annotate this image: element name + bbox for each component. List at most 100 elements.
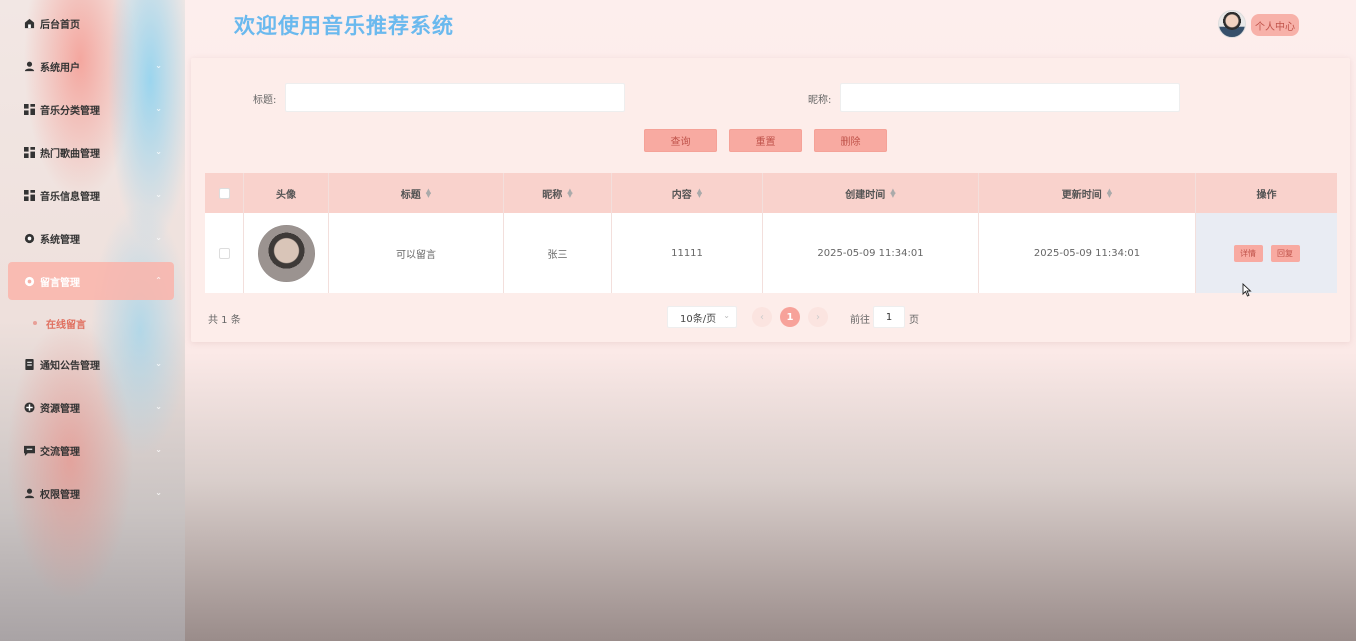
row-avatar-cell xyxy=(244,213,329,293)
chevron-down-icon: ⌄ xyxy=(155,402,162,411)
row-content: 11111 xyxy=(612,213,763,293)
user-icon xyxy=(23,60,35,72)
document-icon xyxy=(23,358,35,370)
total-count: 共 1 条 xyxy=(208,315,241,326)
query-button[interactable]: 查询 xyxy=(644,129,717,152)
delete-button[interactable]: 删除 xyxy=(814,129,887,152)
chevron-down-icon: ⌄ xyxy=(155,445,162,454)
plus-circle-icon xyxy=(23,401,35,413)
header-created[interactable]: 创建时间 ▲ ▼ xyxy=(763,173,979,213)
header-nickname[interactable]: 昵称 ▲ ▼ xyxy=(504,173,612,213)
main-panel: 标题: 昵称: 查询 重置 删除 头像 标题 ▲ ▼ 昵称 ▲ ▼ 内容 ▲ ▼ 创建时间 ▲… xyxy=(191,58,1350,342)
sidebar-subitem-online-message[interactable]: 在线留言 xyxy=(33,313,86,333)
select-all-checkbox[interactable] xyxy=(218,187,230,199)
sidebar-item-label: 留言管理 xyxy=(40,277,80,289)
sidebar-item-label: 热门歌曲管理 xyxy=(40,148,100,160)
chevron-down-icon: ⌄ xyxy=(155,233,162,242)
sort-icon[interactable]: ▲ ▼ xyxy=(1107,188,1112,199)
page-title: 欢迎使用音乐推荐系统 xyxy=(234,14,454,38)
sidebar-item-label: 后台首页 xyxy=(40,19,80,31)
sidebar-item-label: 音乐信息管理 xyxy=(40,191,100,203)
row-created: 2025-05-09 11:34:01 xyxy=(763,213,979,293)
header-updated-label: 更新时间 xyxy=(1061,189,1102,201)
page-size-value: 10条/页 xyxy=(680,313,717,325)
sidebar-item-label: 通知公告管理 xyxy=(40,360,100,372)
detail-button[interactable]: 详情 xyxy=(1233,244,1263,262)
sidebar-item-system-management[interactable]: 系统管理 ⌄ xyxy=(8,219,174,257)
sidebar-item-label: 权限管理 xyxy=(40,489,80,501)
chevron-down-icon: ⌄ xyxy=(155,488,162,497)
sidebar-item-notice-management[interactable]: 通知公告管理 ⌄ xyxy=(8,345,174,383)
sidebar-item-label: 系统用户 xyxy=(40,62,80,74)
row-checkbox[interactable] xyxy=(218,247,230,259)
grid-icon xyxy=(23,146,35,158)
table-header: 头像 标题 ▲ ▼ 昵称 ▲ ▼ 内容 ▲ ▼ 创建时间 ▲ ▼ 更新时间 ▲ ▼ 操作 xyxy=(205,173,1337,213)
sort-icon[interactable]: ▲ ▼ xyxy=(697,188,702,199)
header-avatar: 头像 xyxy=(244,173,329,213)
sort-icon[interactable]: ▲ ▼ xyxy=(567,188,572,199)
sidebar-item-label: 资源管理 xyxy=(40,403,80,415)
title-search-input[interactable] xyxy=(285,83,625,112)
sidebar-item-home[interactable]: 后台首页 xyxy=(8,4,174,42)
sidebar-item-communication[interactable]: 交流管理 ⌄ xyxy=(8,431,174,469)
header-title[interactable]: 标题 ▲ ▼ xyxy=(329,173,504,213)
reset-button[interactable]: 重置 xyxy=(729,129,802,152)
table-row: 可以留言 张三 11111 2025-05-09 11:34:01 2025-0… xyxy=(205,213,1337,293)
sidebar-item-label: 交流管理 xyxy=(40,446,80,458)
personal-center-button[interactable]: 个人中心 xyxy=(1251,14,1299,36)
sidebar-item-music-info[interactable]: 音乐信息管理 ⌄ xyxy=(8,176,174,214)
page-size-select[interactable]: 10条/页 ⌄ xyxy=(667,306,737,328)
bullet-icon xyxy=(33,321,37,325)
sidebar-item-resource-management[interactable]: 资源管理 ⌄ xyxy=(8,388,174,426)
user-icon xyxy=(23,487,35,499)
header-created-label: 创建时间 xyxy=(845,189,886,201)
header-nickname-label: 昵称 xyxy=(542,189,563,201)
nickname-search-input[interactable] xyxy=(840,83,1180,112)
mouse-cursor-icon xyxy=(1242,283,1252,297)
header-actions: 操作 xyxy=(1256,189,1277,201)
gear-icon xyxy=(23,275,35,287)
row-updated: 2025-05-09 11:34:01 xyxy=(979,213,1196,293)
avatar xyxy=(257,224,315,282)
sidebar-item-permission[interactable]: 权限管理 ⌄ xyxy=(8,474,174,512)
row-title: 可以留言 xyxy=(329,213,504,293)
sidebar: 后台首页 系统用户 ⌄ 音乐分类管理 ⌄ 热门歌曲管理 ⌄ 音乐信息管理 ⌄ 系… xyxy=(0,0,185,641)
sort-icon[interactable]: ▲ ▼ xyxy=(426,188,431,199)
sidebar-item-label: 系统管理 xyxy=(40,234,80,246)
header-select-cell xyxy=(205,173,244,213)
chevron-down-icon: ⌄ xyxy=(723,311,730,320)
prev-page-button[interactable]: ‹ xyxy=(752,307,772,327)
sidebar-item-music-category[interactable]: 音乐分类管理 ⌄ xyxy=(8,90,174,128)
nickname-search-label: 昵称: xyxy=(808,95,832,106)
chevron-down-icon: ⌄ xyxy=(155,104,162,113)
chat-icon xyxy=(23,444,35,456)
sidebar-item-label: 音乐分类管理 xyxy=(40,105,100,117)
next-page-button[interactable]: › xyxy=(808,307,828,327)
chevron-down-icon: ⌄ xyxy=(155,190,162,199)
header-content[interactable]: 内容 ▲ ▼ xyxy=(612,173,763,213)
sidebar-subitem-label: 在线留言 xyxy=(46,319,86,331)
sidebar-item-message-management[interactable]: 留言管理 ⌃ xyxy=(8,262,174,300)
page-number-current[interactable]: 1 xyxy=(780,307,800,327)
sidebar-item-hot-songs[interactable]: 热门歌曲管理 ⌄ xyxy=(8,133,174,171)
header-content-label: 内容 xyxy=(671,189,692,201)
grid-icon xyxy=(23,103,35,115)
row-actions: 详情 回复 xyxy=(1196,213,1337,293)
sidebar-item-system-users[interactable]: 系统用户 ⌄ xyxy=(8,47,174,85)
header-updated[interactable]: 更新时间 ▲ ▼ xyxy=(979,173,1196,213)
sort-icon[interactable]: ▲ ▼ xyxy=(890,188,895,199)
title-search-label: 标题: xyxy=(253,95,277,106)
chevron-down-icon: ⌄ xyxy=(155,147,162,156)
reply-button[interactable]: 回复 xyxy=(1270,244,1300,262)
row-nickname: 张三 xyxy=(504,213,612,293)
goto-prefix: 前往 xyxy=(850,315,870,326)
header-title-label: 标题 xyxy=(400,189,421,201)
grid-icon xyxy=(23,189,35,201)
goto-suffix: 页 xyxy=(909,315,919,326)
chevron-down-icon: ⌄ xyxy=(155,359,162,368)
goto-page-input[interactable]: 1 xyxy=(873,306,905,328)
home-icon xyxy=(23,17,35,29)
gear-icon xyxy=(23,232,35,244)
avatar[interactable] xyxy=(1218,10,1246,38)
chevron-up-icon: ⌃ xyxy=(155,276,162,285)
